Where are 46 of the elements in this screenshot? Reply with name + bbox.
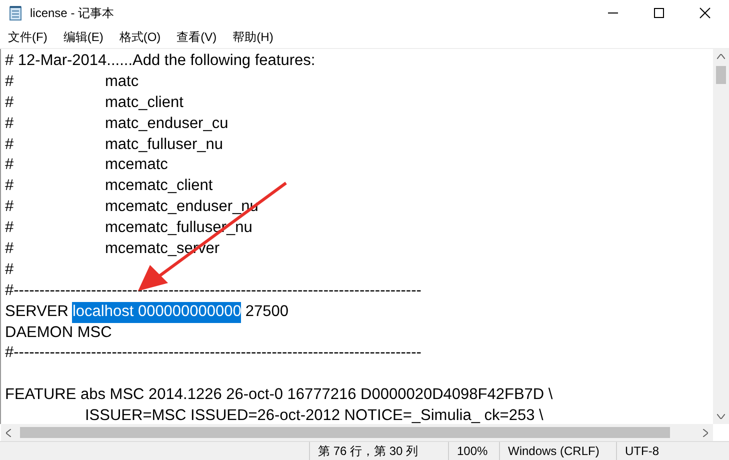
text-line: #: [5, 114, 15, 134]
text-line: ISSUER=MSC ISSUED=26-oct-2012 NOTICE=_Simulia_ ck=253 \: [84, 406, 544, 424]
status-item: 第 76 行，第 30 列: [309, 442, 448, 460]
text-line: #: [5, 260, 14, 280]
scroll-thumb[interactable]: [716, 66, 726, 84]
text-line: SERVER: [5, 302, 68, 322]
close-icon[interactable]: [699, 7, 711, 19]
text-line: #: [5, 72, 15, 92]
text-line: #-------------------------------------------------------------------------------: [5, 280, 422, 301]
text-line: #: [5, 218, 15, 238]
text-line: #-------------------------------------------------------------------------------: [5, 343, 422, 364]
menu-item[interactable]: 格式(O): [119, 28, 161, 46]
status-item: UTF-8: [616, 442, 729, 460]
text-line: #: [5, 155, 15, 176]
notepad-icon: [8, 5, 24, 21]
menu-item[interactable]: 编辑(E): [63, 28, 104, 46]
text-line: mcematc: [105, 155, 168, 176]
text-line: matc: [105, 72, 139, 92]
status-item: Windows (CRLF): [499, 442, 616, 460]
vertical-scrollbar[interactable]: [713, 49, 729, 424]
text-line: DAEMON MSC: [5, 322, 112, 343]
window-title: license - 记事本: [30, 4, 116, 22]
text-line: #: [5, 92, 15, 113]
status-item: 100%: [448, 442, 499, 460]
selected-text: localhost 000000000000: [72, 302, 242, 323]
scroll-up-icon[interactable]: [717, 54, 725, 59]
text-line: #: [5, 239, 15, 260]
text-line: FEATURE abs MSC 2014.1226 26-oct-0 16777216 D0000020D4098F42FB7D \: [5, 385, 553, 406]
scroll-left-icon[interactable]: [6, 428, 11, 436]
text-line: matc_fulluser_nu: [105, 134, 224, 155]
menu-item[interactable]: 帮助(H): [232, 28, 274, 46]
text-line: mcematc_client: [105, 176, 213, 196]
scroll-thumb[interactable]: [20, 427, 670, 438]
text-line: matc_enduser_cu: [105, 114, 228, 134]
text-line: 27500: [245, 302, 289, 322]
text-line: #: [5, 134, 15, 155]
scroll-down-icon[interactable]: [717, 414, 725, 419]
maximize-icon[interactable]: [653, 7, 665, 19]
menu-item[interactable]: 文件(F): [8, 28, 48, 46]
text-line: #: [5, 197, 15, 218]
text-line: matc_client: [105, 92, 184, 113]
text-line: #: [5, 176, 15, 196]
scroll-right-icon[interactable]: [703, 428, 708, 436]
horizontal-scrollbar[interactable]: [1, 424, 713, 441]
menu-item[interactable]: 查看(V): [176, 28, 217, 46]
text-line: # 12-Mar-2014......Add the following features:: [5, 51, 316, 71]
